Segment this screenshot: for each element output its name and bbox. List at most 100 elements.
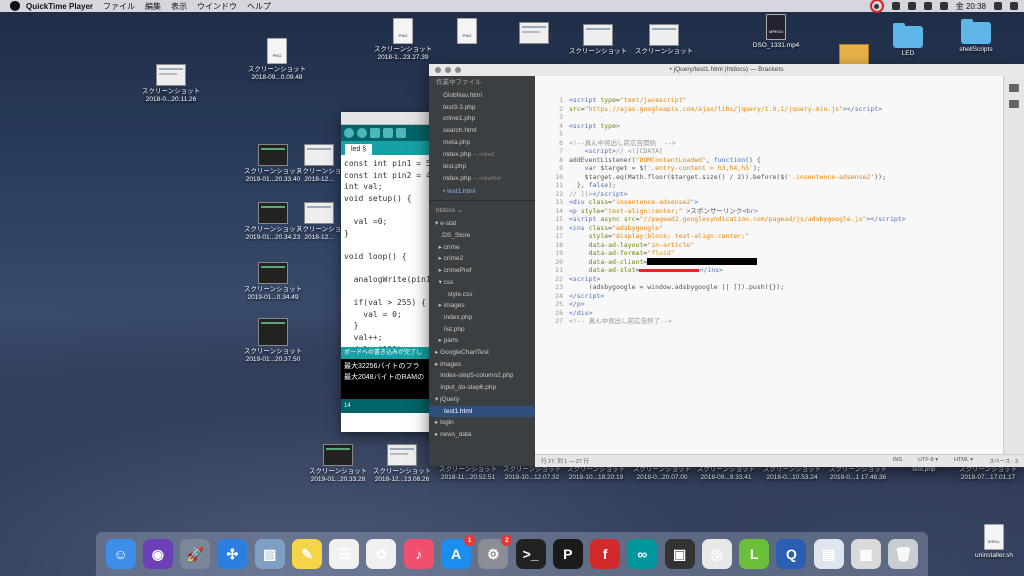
siri-icon[interactable]: ◉ <box>142 539 173 569</box>
menu-help[interactable]: ヘルプ <box>247 1 271 12</box>
music-icon[interactable]: ♪ <box>403 539 434 569</box>
spotlight-icon[interactable] <box>994 2 1002 10</box>
menu-edit[interactable]: 編集 <box>145 1 161 12</box>
working-file-item[interactable]: GlobNav.html <box>429 90 535 102</box>
app-menu[interactable]: QuickTime Player <box>26 2 93 11</box>
working-file-item[interactable]: • test1.html <box>429 186 535 198</box>
file-tree-item[interactable]: ▸ crime <box>429 242 535 254</box>
file-tree-item[interactable]: ▸ GoogleChartTest <box>429 347 535 359</box>
desktop-video[interactable]: MPEG4 DSO_1331.mp4 <box>744 14 808 50</box>
reminders-icon[interactable]: ☰ <box>329 539 360 569</box>
lcov-icon[interactable]: L <box>739 539 770 569</box>
file-tree-item[interactable]: .DS_Store <box>429 230 535 242</box>
desktop-screenshot[interactable]: スクリーンショット 2018-11...20.52.51 <box>436 466 500 482</box>
quicktime-icon[interactable]: Q <box>776 539 807 569</box>
flag-icon[interactable] <box>923 2 932 10</box>
new-icon[interactable] <box>370 128 380 138</box>
clock[interactable]: 金 20:38 <box>956 1 986 12</box>
preview-icon[interactable]: ▨ <box>254 539 285 569</box>
open-icon[interactable] <box>383 128 393 138</box>
zoom-icon[interactable] <box>455 67 461 73</box>
menu-view[interactable]: 表示 <box>171 1 187 12</box>
desktop-screenshot[interactable]: スクリーンショット <box>566 24 630 56</box>
volume-icon[interactable] <box>939 2 948 10</box>
file-tree-item[interactable]: ▸ news_data <box>429 429 535 441</box>
desktop-screenshot[interactable]: スクリーンショット 2018-09...9.33.41 <box>694 466 758 482</box>
blackmagic-icon[interactable]: ▣ <box>664 539 695 569</box>
encoding-select[interactable]: UTF-8 ▾ <box>918 457 938 465</box>
document-stack-icon[interactable]: ▤ <box>813 539 844 569</box>
menu-window[interactable]: ウインドウ <box>197 1 237 12</box>
safari-icon[interactable]: ✣ <box>217 539 248 569</box>
code-editor[interactable]: <script type="text/javascript" src="http… <box>569 76 1004 454</box>
working-file-item[interactable]: test.php <box>429 161 535 173</box>
file-tree-item[interactable]: ▸ parts <box>429 335 535 347</box>
save-icon[interactable] <box>396 128 406 138</box>
desktop-screenshot[interactable]: スクリーンショット 2018-12...13.08.26 <box>370 444 434 484</box>
desktop-screenshot[interactable]: スクリーンショット 2018-0...1 17.46.36 <box>826 466 890 482</box>
file-tree-item[interactable]: ▸ images <box>429 300 535 312</box>
desktop-screenshot[interactable] <box>502 22 566 46</box>
desktop-screenshot[interactable]: スクリーンショット 2019-01...20.37.50 <box>241 318 305 364</box>
extension-manager-icon[interactable] <box>1009 100 1019 108</box>
desktop-folder-shellscripts[interactable]: shellScripts <box>944 19 1008 54</box>
desktop-screenshot[interactable]: スクリーンショット 2018-10...18.20.19 <box>564 466 628 482</box>
desktop-folder-led[interactable]: LED <box>876 23 940 58</box>
upload-icon[interactable] <box>357 128 367 138</box>
live-preview-icon[interactable] <box>1009 84 1019 92</box>
desktop-screenshot[interactable]: スクリーンショット 2018-0...20.07.00 <box>630 466 694 482</box>
desktop-png-file[interactable]: PNG <box>435 18 499 46</box>
verify-icon[interactable] <box>344 128 354 138</box>
arduino-icon[interactable]: ∞ <box>627 539 658 569</box>
working-file-item[interactable]: crime1.php <box>429 113 535 125</box>
screenshot-stack-icon[interactable]: ▦ <box>850 539 881 569</box>
apple-icon[interactable] <box>10 1 20 11</box>
arduino-titlebar[interactable] <box>341 112 441 125</box>
desktop-screenshot[interactable]: スクリーンショット 2018-0...20.11.26 <box>139 64 203 104</box>
appstore-icon[interactable]: A1 <box>441 535 476 569</box>
terminal-icon[interactable]: >_ <box>515 539 546 569</box>
sketch-tab[interactable]: led § <box>345 144 373 155</box>
file-tree-item[interactable]: ▸ crime2 <box>429 253 535 265</box>
file-tree-item[interactable]: test1.html <box>429 405 535 418</box>
eject-icon[interactable] <box>907 2 916 10</box>
fritzing-icon[interactable]: f <box>590 539 621 569</box>
desktop-screenshot[interactable]: スクリーンショット 2018-07...17.01.17 <box>956 466 1020 482</box>
close-icon[interactable] <box>435 67 441 73</box>
screen-record-stop-icon[interactable] <box>869 0 884 13</box>
language-select[interactable]: HTML ▾ <box>954 457 973 465</box>
file-tree-item[interactable]: ▸ images <box>429 359 535 371</box>
chrome-icon[interactable]: ◎ <box>701 539 732 569</box>
file-tree-item[interactable]: ▾ jQuery <box>429 394 535 406</box>
file-tree-item[interactable]: ▸ crimePref <box>429 265 535 277</box>
minimize-icon[interactable] <box>445 67 451 73</box>
desktop-screenshot[interactable]: スクリーンショット 2018-10...12.07.32 <box>500 466 564 482</box>
file-tree-item[interactable]: list.php <box>429 324 535 336</box>
desktop-screenshot[interactable]: スクリーンショット <box>632 24 696 56</box>
working-file-item[interactable]: search.html <box>429 125 535 137</box>
photos-icon[interactable]: ✿ <box>366 539 397 569</box>
launchpad-icon[interactable]: 🚀 <box>180 539 211 569</box>
file-tree-item[interactable]: ▸ login <box>429 417 535 429</box>
trash-icon[interactable]: 🗑 <box>888 539 919 569</box>
working-file-item[interactable]: index.php — crime2 <box>429 149 535 162</box>
desktop-uninstaller[interactable]: SHELL uninstaller.sh <box>962 524 1024 560</box>
indent-spaces[interactable]: スペース : 3 <box>989 457 1018 465</box>
wifi-icon[interactable] <box>891 2 900 10</box>
menu-file[interactable]: ファイル <box>103 1 135 12</box>
file-tree-item[interactable]: ▾ e-stat <box>429 218 535 230</box>
desktop-screenshot[interactable]: スクリーンショット 2018-0...10.53.24 <box>760 466 824 482</box>
desktop-screenshot[interactable]: スクリーンショット 2019-01...20.33.28 <box>306 444 370 484</box>
working-file-item[interactable]: meta.php <box>429 137 535 149</box>
file-tree-item[interactable]: index-step5-column2.php <box>429 370 535 382</box>
ins-mode[interactable]: INS <box>893 457 902 465</box>
file-tree-item[interactable]: input_do-step6.php <box>429 382 535 394</box>
file-tree-item[interactable]: style.css <box>429 289 535 301</box>
desktop-screenshot[interactable]: スクリーンショット2018-12... <box>296 144 342 184</box>
desktop-screenshot[interactable]: PNG スクリーンショット 2018-1...23.27.39 <box>371 18 435 62</box>
notes-icon[interactable]: ✎ <box>291 539 322 569</box>
sketch-editor[interactable]: const int pin1 = 5; const int pin2 = 4; … <box>341 155 441 347</box>
finder-icon[interactable]: ☺ <box>105 539 136 569</box>
project-dropdown[interactable]: htdocs ⌄ <box>429 204 535 218</box>
p3-icon[interactable]: P <box>552 539 583 569</box>
